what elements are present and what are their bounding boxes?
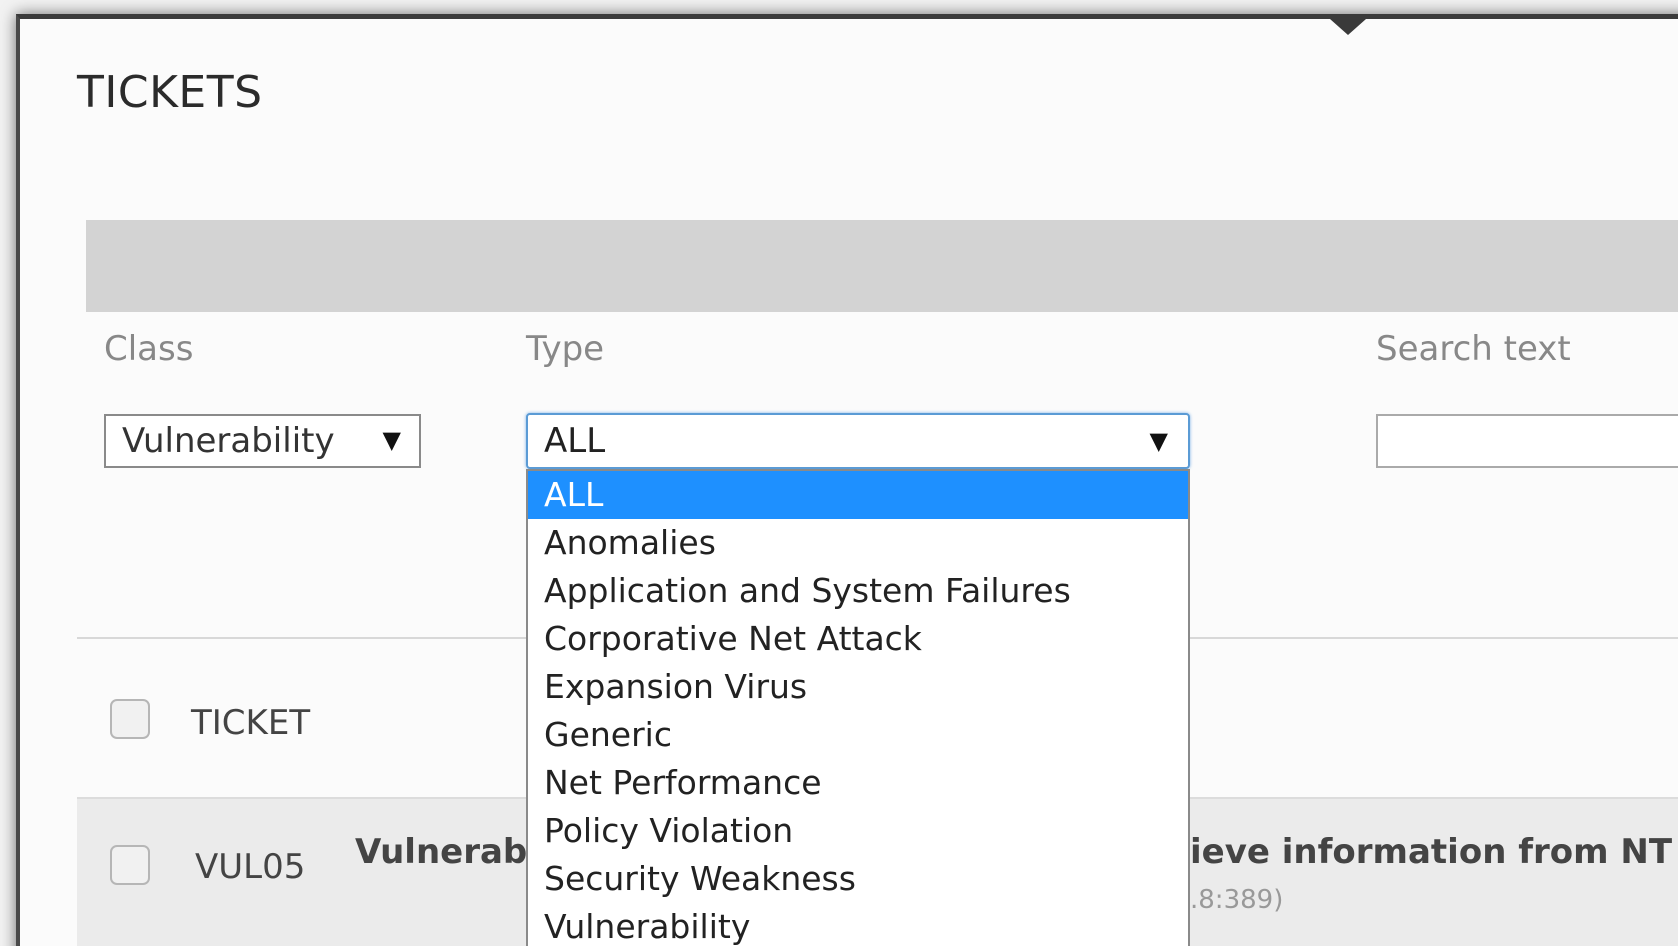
- type-option-vulnerability[interactable]: Vulnerability: [528, 903, 1188, 946]
- ticket-title-continued[interactable]: ieve information from NT D: [1190, 832, 1678, 872]
- type-option-generic[interactable]: Generic: [528, 711, 1188, 759]
- type-label: Type: [526, 329, 605, 369]
- ticket-id: VUL05: [195, 847, 306, 887]
- ticket-title[interactable]: Vulnerabi: [355, 832, 539, 872]
- type-option-security-weakness[interactable]: Security Weakness: [528, 855, 1188, 903]
- search-input[interactable]: [1376, 414, 1678, 468]
- page-title: TICKETS: [77, 67, 263, 118]
- type-option-corporative-net-attack[interactable]: Corporative Net Attack: [528, 615, 1188, 663]
- select-all-checkbox[interactable]: [110, 699, 150, 739]
- dropdown-arrow-icon: ▼: [382, 426, 401, 454]
- filter-header-bar: [86, 220, 1678, 312]
- type-select[interactable]: ALL ▼: [526, 413, 1190, 469]
- type-option-application-and-system-failures[interactable]: Application and System Failures: [528, 567, 1188, 615]
- type-option-policy-violation[interactable]: Policy Violation: [528, 807, 1188, 855]
- dropdown-arrow-icon: ▼: [1149, 427, 1168, 455]
- search-label: Search text: [1376, 329, 1571, 369]
- class-select-value: Vulnerability: [122, 421, 335, 461]
- type-option-expansion-virus[interactable]: Expansion Virus: [528, 663, 1188, 711]
- class-label: Class: [104, 329, 194, 369]
- type-select-value: ALL: [544, 421, 606, 461]
- pointer-notch: [1330, 19, 1366, 35]
- type-option-all[interactable]: ALL: [528, 471, 1188, 519]
- type-dropdown-list[interactable]: ALL Anomalies Application and System Fai…: [526, 469, 1190, 946]
- tickets-panel: TICKETS Class Type Search text Vulnerabi…: [16, 14, 1678, 946]
- type-option-anomalies[interactable]: Anomalies: [528, 519, 1188, 567]
- row-checkbox[interactable]: [110, 845, 150, 885]
- type-option-net-performance[interactable]: Net Performance: [528, 759, 1188, 807]
- class-select[interactable]: Vulnerability ▼: [104, 414, 421, 468]
- ticket-subtitle: .8:389): [1190, 885, 1284, 915]
- column-header-ticket: TICKET: [191, 703, 311, 743]
